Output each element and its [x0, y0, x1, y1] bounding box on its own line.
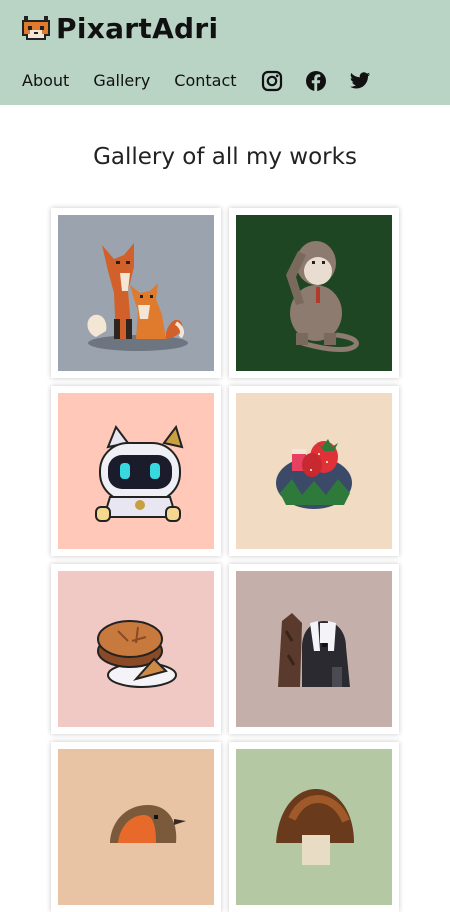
- artwork-image: [58, 749, 214, 905]
- gallery-item[interactable]: [51, 386, 221, 556]
- artwork-image: [236, 749, 392, 905]
- brand-name: PixartAdri: [56, 12, 219, 45]
- artwork-image: [236, 215, 392, 371]
- fox-face-icon: [22, 16, 50, 42]
- social-links: [261, 70, 393, 92]
- artwork-image: [58, 571, 214, 727]
- main-nav: About Gallery Contact: [22, 66, 393, 96]
- gallery-item[interactable]: [229, 208, 399, 378]
- artwork-image: [58, 215, 214, 371]
- nav-link-contact[interactable]: Contact: [174, 66, 236, 96]
- gallery-item[interactable]: [51, 564, 221, 734]
- artwork-image: [58, 393, 214, 549]
- artwork-image: [236, 571, 392, 727]
- nav-link-about[interactable]: About: [22, 66, 69, 96]
- nav-link-gallery[interactable]: Gallery: [93, 66, 150, 96]
- facebook-icon[interactable]: [305, 70, 327, 92]
- artwork-image: [236, 393, 392, 549]
- site-header: PixartAdri About Gallery Contact: [0, 0, 450, 105]
- gallery-item[interactable]: [51, 208, 221, 378]
- brand[interactable]: PixartAdri: [22, 14, 218, 44]
- instagram-icon[interactable]: [261, 70, 283, 92]
- gallery-item[interactable]: [229, 742, 399, 912]
- page-title: Gallery of all my works: [93, 144, 357, 170]
- gallery-item[interactable]: [229, 564, 399, 734]
- gallery-item[interactable]: [51, 742, 221, 912]
- twitter-icon[interactable]: [349, 70, 371, 92]
- gallery-item[interactable]: [229, 386, 399, 556]
